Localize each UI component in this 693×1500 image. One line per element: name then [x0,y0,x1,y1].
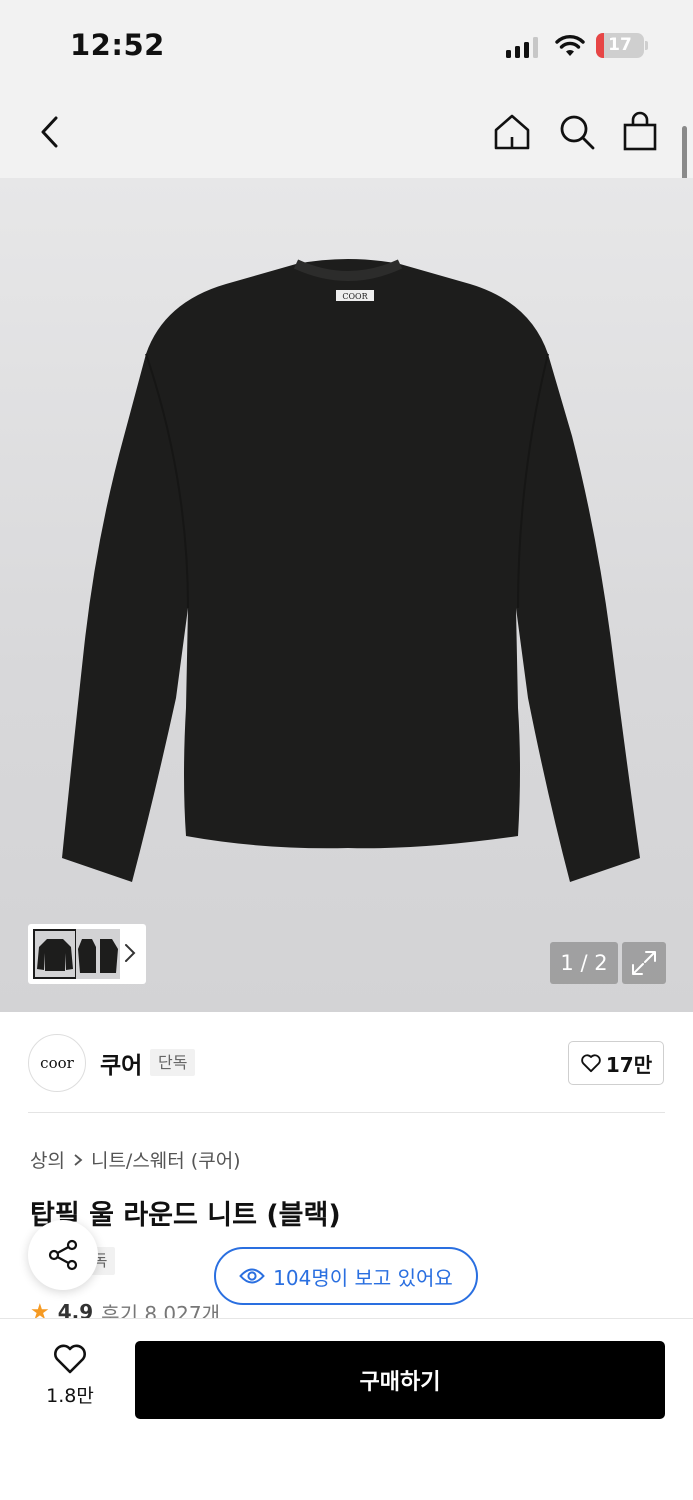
shopping-bag-icon [623,111,657,151]
brand-like-button[interactable]: 17만 [568,1041,664,1085]
sweater-label: COOR [342,292,368,301]
product-image-gallery[interactable]: COOR 1 / 2 [0,178,693,1012]
divider [28,1112,665,1113]
viewers-text: 104명이 보고 있어요 [273,1265,453,1290]
eye-icon [239,1268,265,1284]
share-button[interactable] [28,1220,98,1290]
buy-button[interactable]: 구매하기 [135,1341,665,1419]
status-bar: 12:52 17 [0,0,693,90]
chevron-right-icon[interactable] [123,940,137,966]
share-icon [48,1239,78,1271]
status-time: 12:52 [70,28,165,62]
chevron-right-icon [74,1153,83,1166]
back-button[interactable] [30,110,70,154]
exclusive-badge: 단독 [150,1049,196,1076]
thumbnail-back[interactable] [76,929,120,979]
sweater-product-photo: COOR [62,259,640,882]
battery-level: 17 [608,35,632,55]
home-icon [494,114,530,150]
brand-like-count: 17만 [605,1052,653,1077]
bottom-action-bar: 1.8만 구매하기 [0,1318,693,1500]
shopping-bag-button[interactable] [618,108,662,154]
search-icon [560,115,595,150]
top-nav-bar [0,90,693,178]
thumbnail-front[interactable] [33,929,77,979]
breadcrumb-category[interactable]: 상의 [30,1146,65,1173]
expand-icon [632,951,656,975]
breadcrumb: 상의 니트/스웨터 (쿠어) [30,1146,241,1173]
wifi-icon [555,35,585,56]
wishlist-button[interactable]: 1.8만 [30,1343,110,1417]
heart-icon [54,1344,86,1374]
home-button[interactable] [490,110,534,154]
search-button[interactable] [555,110,599,154]
battery-nub [645,41,648,50]
image-page-counter: 1 / 2 [550,942,618,984]
thumbnail-strip[interactable] [28,924,146,984]
heart-icon [581,1054,601,1073]
expand-button[interactable] [622,942,666,984]
sweater-thumb-icon [37,939,73,971]
brand-name[interactable]: 쿠어 [100,1046,142,1080]
cellular-signal-icon [506,36,538,58]
wishlist-count: 1.8만 [46,1385,94,1407]
chevron-left-icon [41,116,58,148]
breadcrumb-subcategory[interactable]: 니트/스웨터 (쿠어) [91,1146,241,1173]
battery-indicator: 17 [596,33,644,58]
live-viewers-pill: 104명이 보고 있어요 [214,1247,478,1305]
brand-logo[interactable]: coor [28,1034,86,1092]
sweater-thumb-icon [78,939,118,973]
